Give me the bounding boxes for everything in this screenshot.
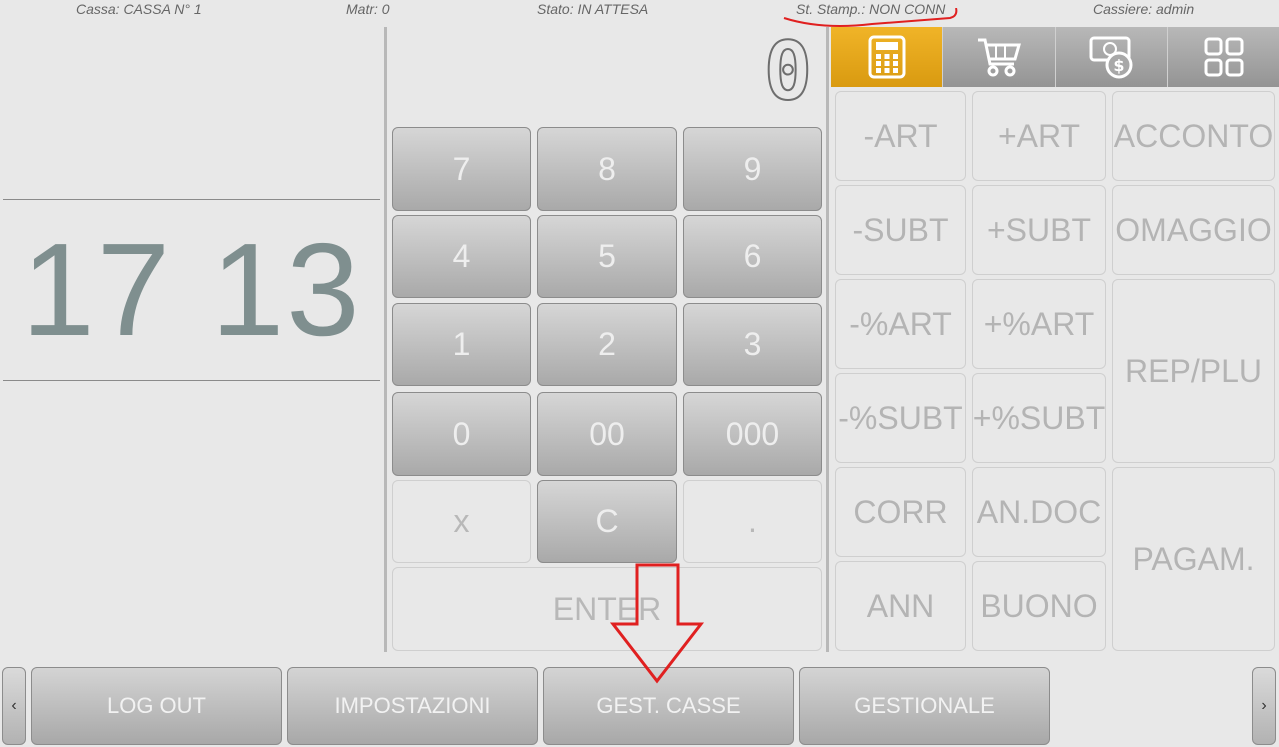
tab-cash[interactable]: $ bbox=[1056, 27, 1168, 87]
minus-pct-art-button[interactable]: -%ART bbox=[835, 279, 966, 369]
tab-cart[interactable] bbox=[943, 27, 1056, 87]
cart-icon bbox=[978, 38, 1021, 77]
gestionale-button[interactable]: GESTIONALE bbox=[799, 667, 1050, 745]
calculator-icon bbox=[868, 35, 905, 79]
clock-top-divider bbox=[3, 199, 380, 200]
scroll-left-button[interactable]: ‹ bbox=[2, 667, 26, 745]
rep-plu-button[interactable]: REP/PLU bbox=[1112, 279, 1275, 463]
impostazioni-button[interactable]: IMPOSTAZIONI bbox=[287, 667, 538, 745]
plus-subt-button[interactable]: +SUBT bbox=[972, 185, 1106, 275]
grid-icon bbox=[1204, 37, 1243, 77]
plus-art-button[interactable]: +ART bbox=[972, 91, 1106, 181]
corr-button[interactable]: CORR bbox=[835, 467, 966, 557]
ann-button[interactable]: ANN bbox=[835, 561, 966, 651]
scroll-right-button[interactable]: › bbox=[1252, 667, 1276, 745]
svg-text:$: $ bbox=[1113, 56, 1124, 75]
key-multiply[interactable]: x bbox=[392, 480, 531, 563]
key-000[interactable]: 000 bbox=[683, 392, 822, 476]
acconto-button[interactable]: ACCONTO bbox=[1112, 91, 1275, 181]
left-panel-separator bbox=[384, 27, 387, 652]
key-8[interactable]: 8 bbox=[537, 127, 677, 211]
minus-pct-subt-button[interactable]: -%SUBT bbox=[835, 373, 966, 463]
plus-pct-subt-button[interactable]: +%SUBT bbox=[972, 373, 1106, 463]
cassiere-label: Cassiere: admin bbox=[1093, 1, 1195, 17]
minus-art-button[interactable]: -ART bbox=[835, 91, 966, 181]
red-arrow-annotation bbox=[610, 563, 705, 684]
minus-subt-button[interactable]: -SUBT bbox=[835, 185, 966, 275]
key-0[interactable]: 0 bbox=[392, 392, 531, 476]
omaggio-button[interactable]: OMAGGIO bbox=[1112, 185, 1275, 275]
key-1[interactable]: 1 bbox=[392, 303, 531, 386]
key-clear[interactable]: C bbox=[537, 480, 677, 563]
clock-bottom-divider bbox=[3, 380, 380, 381]
an-doc-button[interactable]: AN.DOC bbox=[972, 467, 1106, 557]
key-7[interactable]: 7 bbox=[392, 127, 531, 211]
key-6[interactable]: 6 bbox=[683, 215, 822, 298]
stato-label: Stato: IN ATTESA bbox=[537, 1, 649, 17]
key-3[interactable]: 3 bbox=[683, 303, 822, 386]
cassa-label: Cassa: CASSA N° 1 bbox=[76, 1, 202, 17]
keypad-separator bbox=[826, 27, 829, 652]
buono-button[interactable]: BUONO bbox=[972, 561, 1106, 651]
matr-label: Matr: 0 bbox=[346, 1, 390, 17]
pagam-button[interactable]: PAGAM. bbox=[1112, 467, 1275, 651]
amount-display: 0 bbox=[763, 25, 813, 118]
key-5[interactable]: 5 bbox=[537, 215, 677, 298]
tab-grid[interactable] bbox=[1168, 27, 1279, 87]
key-2[interactable]: 2 bbox=[537, 303, 677, 386]
status-bar: Cassa: CASSA N° 1 Matr: 0 Stato: IN ATTE… bbox=[0, 0, 1279, 20]
logout-button[interactable]: LOG OUT bbox=[31, 667, 282, 745]
key-00[interactable]: 00 bbox=[537, 392, 677, 476]
key-4[interactable]: 4 bbox=[392, 215, 531, 298]
clock-display: 17 13 bbox=[21, 216, 362, 363]
enter-button[interactable]: ENTER bbox=[392, 567, 822, 651]
key-9[interactable]: 9 bbox=[683, 127, 822, 211]
tab-calculator[interactable] bbox=[831, 27, 943, 87]
cash-icon: $ bbox=[1089, 36, 1132, 79]
key-decimal[interactable]: . bbox=[683, 480, 822, 563]
plus-pct-art-button[interactable]: +%ART bbox=[972, 279, 1106, 369]
